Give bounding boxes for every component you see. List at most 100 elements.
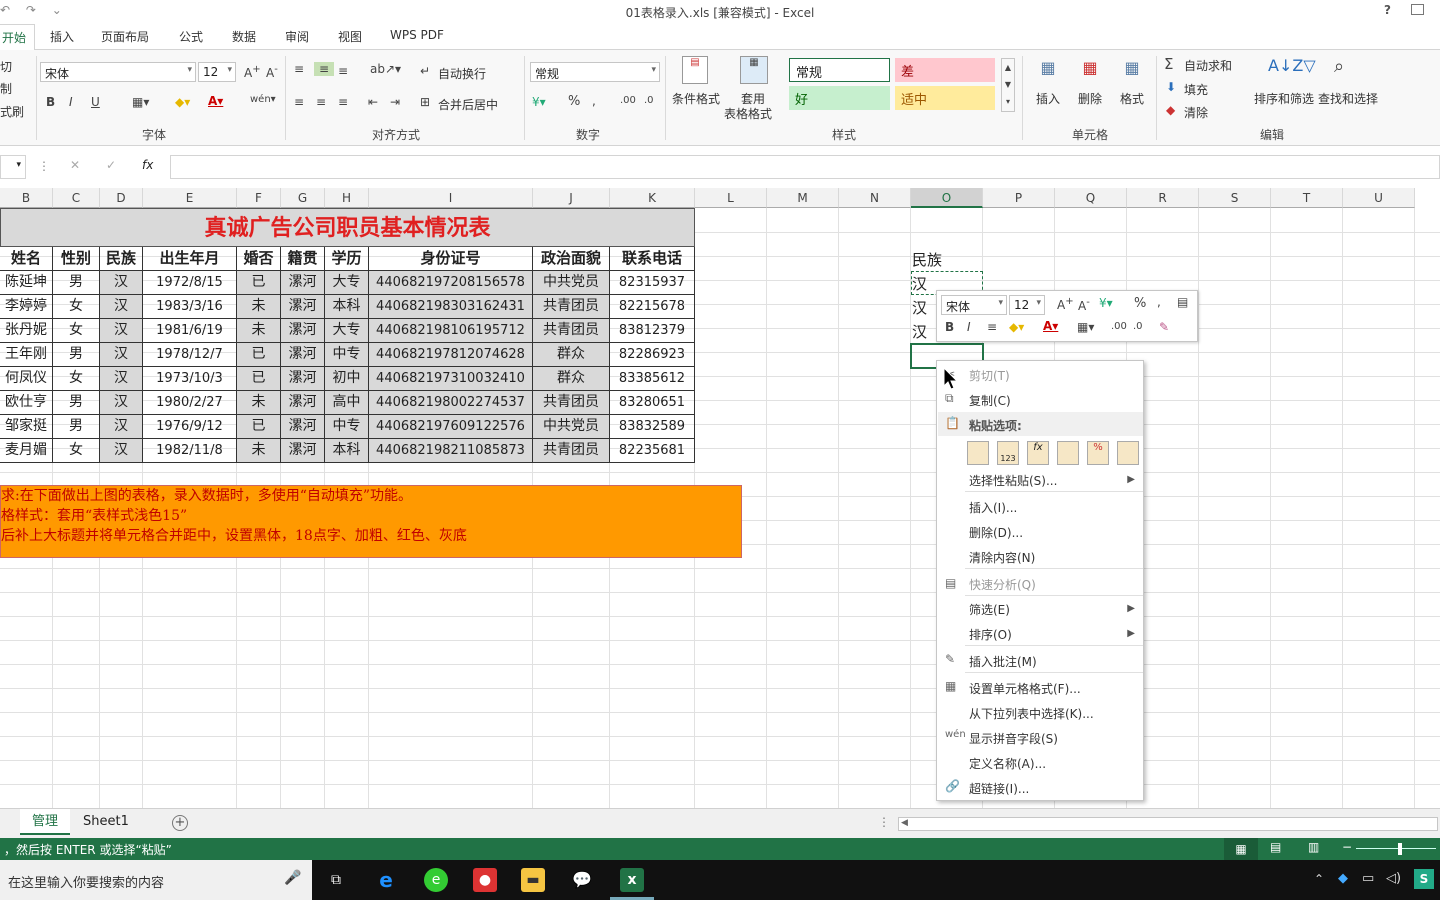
table-cell[interactable]: 汉 (100, 415, 143, 439)
mini-increase-decimal-icon[interactable]: .00 (1111, 321, 1127, 332)
wrap-text-button[interactable]: 自动换行 (438, 65, 486, 82)
browser-360-icon[interactable]: e (424, 868, 448, 892)
align-top-icon[interactable]: ≡ (294, 62, 304, 76)
menu-item-filter[interactable]: 筛选(E) (969, 601, 1010, 618)
table-cell[interactable]: 已 (237, 271, 281, 295)
align-left-icon[interactable]: ≡ (294, 95, 304, 109)
cancel-icon[interactable]: ✕ (70, 158, 80, 172)
table-header-cell[interactable]: 民族 (100, 247, 143, 271)
fill-button[interactable]: 填充 (1184, 81, 1208, 98)
excel-taskbar-icon[interactable]: x (620, 868, 644, 892)
menu-item-insert-comment[interactable]: 插入批注(M) (969, 653, 1037, 670)
sort-filter-button[interactable]: 排序和筛选 (1254, 90, 1314, 107)
table-cell[interactable]: 82235681 (610, 439, 695, 463)
table-cell[interactable]: 女 (53, 367, 100, 391)
decrease-decimal-icon[interactable]: .0 (644, 95, 654, 106)
table-cell[interactable]: 440682198211085873 (369, 439, 533, 463)
horizontal-scrollbar[interactable]: ◀ (898, 817, 1438, 831)
taskbar-search-box[interactable]: 在这里输入你要搜索的内容 🎤 (0, 860, 312, 900)
table-cell[interactable]: 440682197208156578 (369, 271, 533, 295)
table-cell[interactable]: 男 (53, 271, 100, 295)
table-cell[interactable]: 男 (53, 343, 100, 367)
zoom-slider-thumb[interactable] (1398, 843, 1402, 855)
table-header-cell[interactable]: 出生年月 (143, 247, 237, 271)
add-sheet-icon[interactable]: + (172, 815, 188, 831)
scroll-left-icon[interactable]: ◀ (901, 818, 908, 828)
table-cell[interactable]: 82215678 (610, 295, 695, 319)
table-cell[interactable]: 共青团员 (533, 391, 610, 415)
table-cell[interactable]: 张丹妮 (0, 319, 53, 343)
table-cell[interactable]: 未 (237, 391, 281, 415)
table-cell[interactable]: 男 (53, 415, 100, 439)
table-cell[interactable]: 汉 (100, 271, 143, 295)
network-icon[interactable]: ▭ (1362, 871, 1374, 886)
delete-cells-button[interactable]: 删除 (1078, 90, 1102, 107)
column-header[interactable]: J (533, 188, 610, 208)
tab-wps-pdf[interactable]: WPS PDF (390, 28, 444, 42)
mini-font-select[interactable]: 宋体 (941, 295, 1007, 315)
table-cell[interactable]: 何凤仪 (0, 367, 53, 391)
table-cell[interactable]: 大专 (325, 271, 369, 295)
table-cell[interactable]: 女 (53, 319, 100, 343)
o-column-header-cell[interactable]: 民族 (912, 249, 942, 270)
normal-view-icon[interactable]: ▦ (1224, 838, 1258, 860)
menu-item-format-cells[interactable]: 设置单元格格式(F)... (969, 680, 1081, 697)
enter-icon[interactable]: ✓ (106, 158, 116, 172)
formula-input[interactable] (170, 155, 1440, 179)
copy-button[interactable]: 制 (0, 80, 12, 97)
column-header[interactable]: M (767, 188, 839, 208)
align-right-icon[interactable]: ≡ (338, 95, 348, 109)
table-cell[interactable]: 未 (237, 295, 281, 319)
table-title[interactable]: 真诚广告公司职员基本情况表 (0, 208, 695, 247)
number-format-select[interactable]: 常规 (530, 62, 660, 82)
mini-font-color-icon[interactable]: A▾ (1043, 319, 1058, 333)
tab-data[interactable]: 数据 (232, 28, 256, 45)
column-header[interactable]: O (911, 188, 983, 208)
table-cell[interactable]: 漯河 (281, 391, 325, 415)
format-cells-button[interactable]: 格式 (1120, 90, 1144, 107)
conditional-format-button[interactable]: 条件格式 (672, 90, 720, 107)
column-header[interactable]: P (983, 188, 1055, 208)
wechat-icon[interactable]: 💬 (570, 868, 594, 892)
paste-icon[interactable] (967, 441, 989, 465)
table-cell[interactable]: 漯河 (281, 415, 325, 439)
mini-border-icon[interactable]: ▦▾ (1077, 320, 1094, 334)
table-cell[interactable]: 邹家挺 (0, 415, 53, 439)
menu-item-copy[interactable]: 复制(C) (969, 392, 1011, 409)
paste-formatting-icon[interactable]: % (1087, 441, 1109, 465)
bold-button[interactable]: B (46, 95, 55, 109)
table-cell[interactable]: 83832589 (610, 415, 695, 439)
column-header[interactable]: S (1199, 188, 1271, 208)
table-cell[interactable]: 82315937 (610, 271, 695, 295)
tray-chevron-icon[interactable]: ⌃ (1314, 872, 1324, 886)
table-cell[interactable]: 440682197812074628 (369, 343, 533, 367)
comma-icon[interactable]: , (592, 94, 596, 108)
table-cell[interactable]: 已 (237, 415, 281, 439)
table-cell[interactable]: 440682198303162431 (369, 295, 533, 319)
format-table-line2[interactable]: 表格格式 (724, 105, 772, 122)
menu-item-show-phonetic[interactable]: 显示拼音字段(S) (969, 730, 1058, 747)
table-cell[interactable]: 高中 (325, 391, 369, 415)
mini-decrease-font-icon[interactable]: A- (1078, 297, 1090, 313)
task-view-icon[interactable]: ⧉ (324, 868, 348, 892)
table-cell[interactable]: 1982/11/8 (143, 439, 237, 463)
menu-item-define-name[interactable]: 定义名称(A)... (969, 755, 1046, 772)
column-header[interactable]: H (325, 188, 369, 208)
table-cell[interactable]: 1973/10/3 (143, 367, 237, 391)
align-bottom-icon[interactable]: ≡ (338, 64, 348, 78)
column-header[interactable]: T (1271, 188, 1343, 208)
table-cell[interactable]: 汉 (100, 367, 143, 391)
table-cell[interactable]: 中共党员 (533, 415, 610, 439)
decrease-font-icon[interactable]: A- (266, 64, 278, 80)
o-cell[interactable]: 汉 (912, 273, 927, 294)
table-cell[interactable]: 1978/12/7 (143, 343, 237, 367)
column-header[interactable]: U (1343, 188, 1415, 208)
column-header[interactable]: D (100, 188, 143, 208)
table-header-cell[interactable]: 学历 (325, 247, 369, 271)
table-cell[interactable]: 440682197609122576 (369, 415, 533, 439)
mini-merge-icon[interactable]: ▤ (1177, 295, 1188, 309)
table-header-cell[interactable]: 性别 (53, 247, 100, 271)
autosum-button[interactable]: 自动求和 (1184, 57, 1232, 74)
menu-item-cut[interactable]: 剪切(T) (969, 367, 1010, 384)
column-header[interactable]: F (237, 188, 281, 208)
